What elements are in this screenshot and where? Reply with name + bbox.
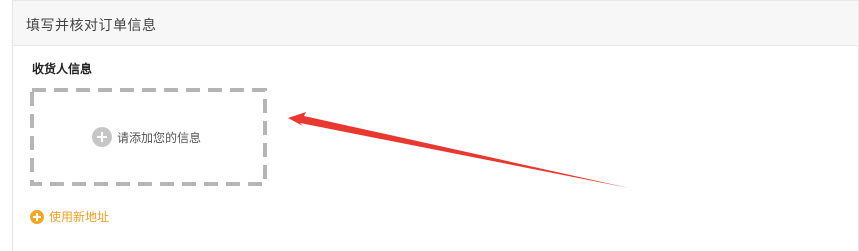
- add-receiver-card[interactable]: 请添加您的信息: [30, 88, 267, 186]
- new-address-label: 使用新地址: [49, 210, 110, 224]
- add-info-group[interactable]: 请添加您的信息: [92, 127, 201, 147]
- order-info-panel: 填写并核对订单信息 收货人信息 请添加您的信息 使用新地址: [12, 0, 859, 251]
- panel-title: 填写并核对订单信息: [26, 18, 157, 34]
- plus-circle-icon: [92, 127, 112, 147]
- use-new-address-link[interactable]: 使用新地址: [30, 208, 109, 225]
- add-info-label: 请添加您的信息: [117, 130, 202, 145]
- receiver-section-label: 收货人信息: [32, 62, 93, 76]
- orange-plus-circle-icon: [30, 209, 44, 224]
- panel-header: 填写并核对订单信息: [13, 0, 858, 46]
